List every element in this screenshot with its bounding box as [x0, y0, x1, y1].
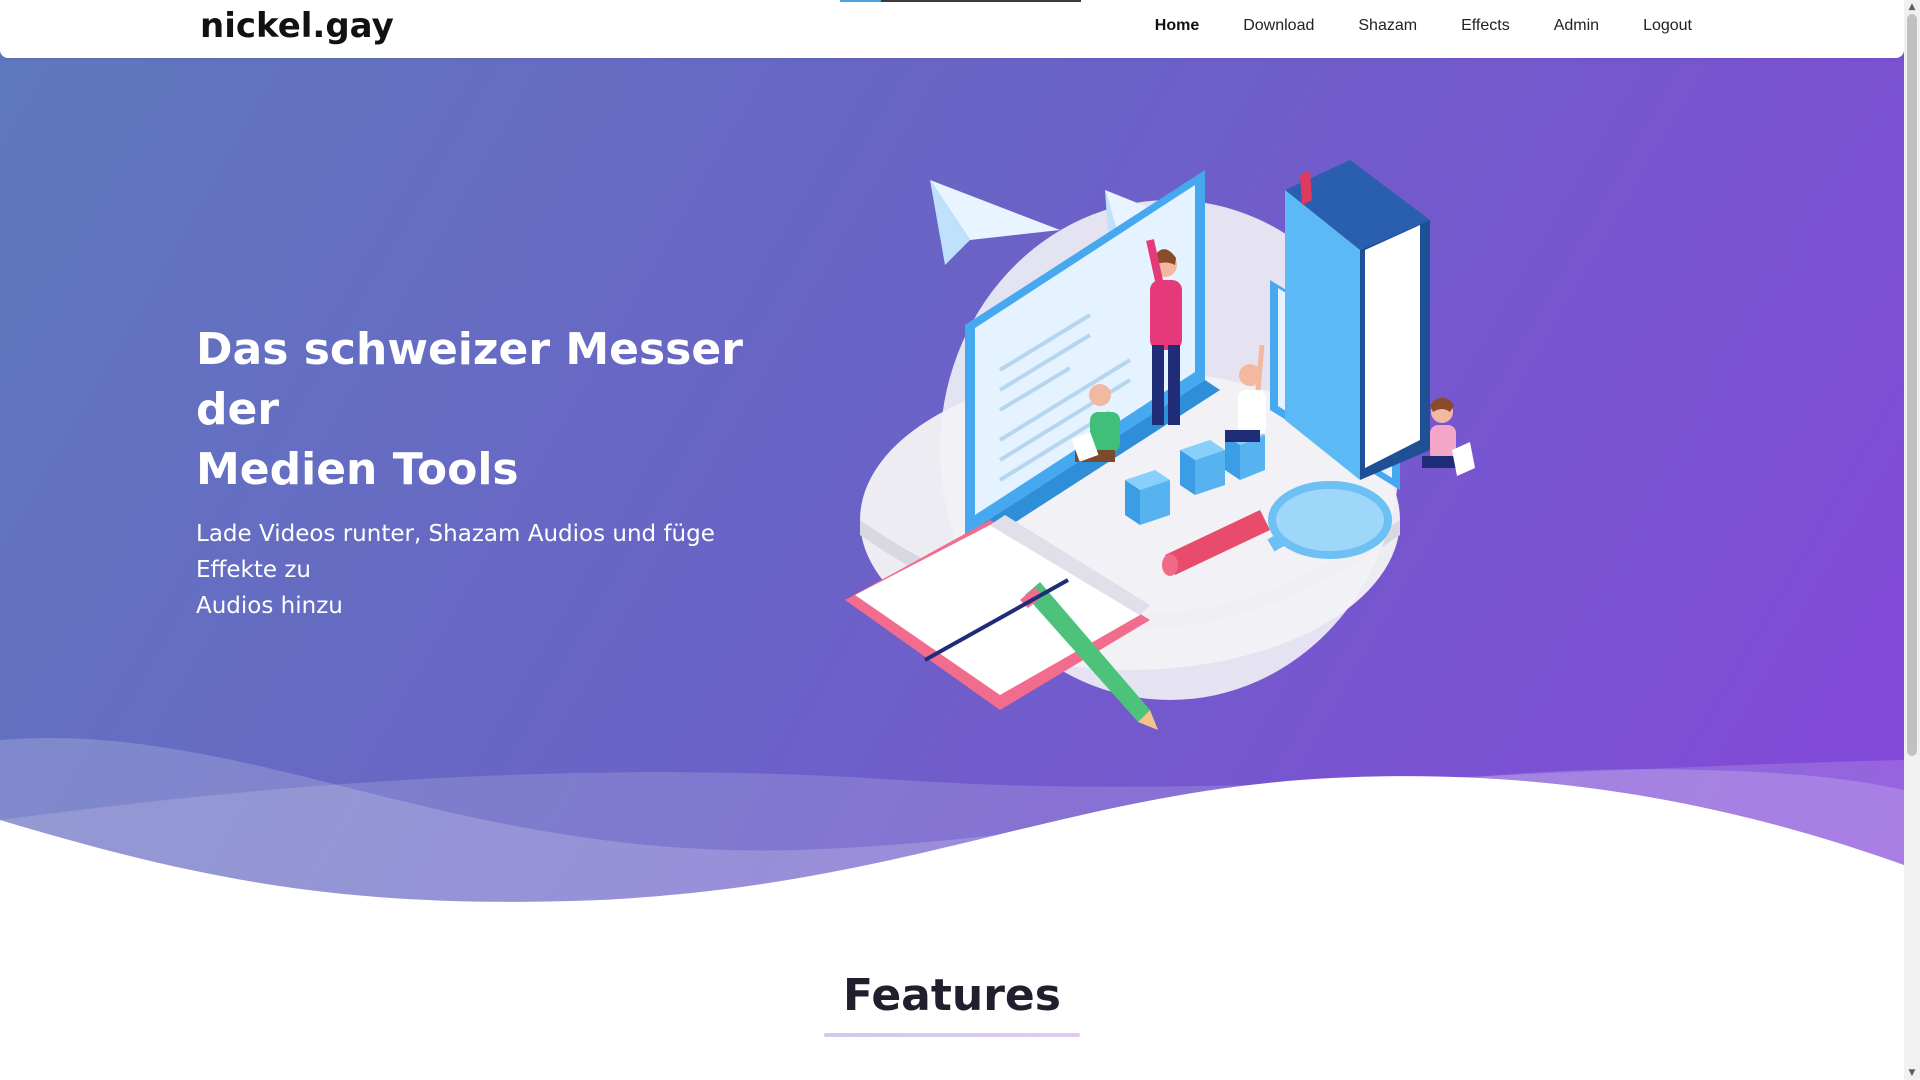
features-section: Features [0, 970, 1904, 1037]
header-bar: nickel.gay Home Download Shazam Effects … [0, 0, 1904, 58]
hero-subtitle-line1: Lade Videos runter, Shazam Audios und fü… [196, 521, 715, 583]
nav-item-home[interactable]: Home [1155, 17, 1199, 35]
page-progress-bar [840, 0, 1081, 2]
nav-item-admin[interactable]: Admin [1554, 17, 1599, 35]
hero-title-line2: Medien Tools [196, 444, 519, 495]
hero-subtitle: Lade Videos runter, Shazam Audios und fü… [196, 516, 776, 624]
features-underline [824, 1033, 1080, 1037]
hero-section: Das schweizer Messer der Medien Tools La… [0, 0, 1904, 920]
scroll-down-icon[interactable]: ▼ [1904, 1066, 1920, 1080]
hero-title-line1: Das schweizer Messer der [196, 324, 743, 435]
nav-item-logout[interactable]: Logout [1643, 17, 1692, 35]
page-progress-fill [840, 0, 881, 2]
block-icon [1180, 440, 1225, 495]
nav-item-shazam[interactable]: Shazam [1358, 17, 1417, 35]
scroll-up-icon[interactable]: ▲ [1904, 0, 1920, 14]
hero-text: Das schweizer Messer der Medien Tools La… [196, 320, 776, 624]
nav-item-download[interactable]: Download [1243, 17, 1314, 35]
main-nav: Home Download Shazam Effects Admin Logou… [1155, 17, 1692, 35]
page: Das schweizer Messer der Medien Tools La… [0, 0, 1904, 1080]
vertical-scrollbar[interactable]: ▲ ▼ [1904, 0, 1920, 1080]
features-title: Features [843, 970, 1061, 1021]
block-icon [1125, 470, 1170, 525]
nav-item-effects[interactable]: Effects [1461, 17, 1510, 35]
hero-subtitle-line2: Audios hinzu [196, 593, 343, 619]
book-icon [1285, 160, 1430, 480]
brand-logo[interactable]: nickel.gay [200, 6, 394, 46]
scrollbar-thumb[interactable] [1907, 14, 1917, 756]
magnifier-icon [1267, 481, 1392, 559]
hero-illustration [845, 160, 1475, 730]
hero-title: Das schweizer Messer der Medien Tools [196, 320, 776, 500]
